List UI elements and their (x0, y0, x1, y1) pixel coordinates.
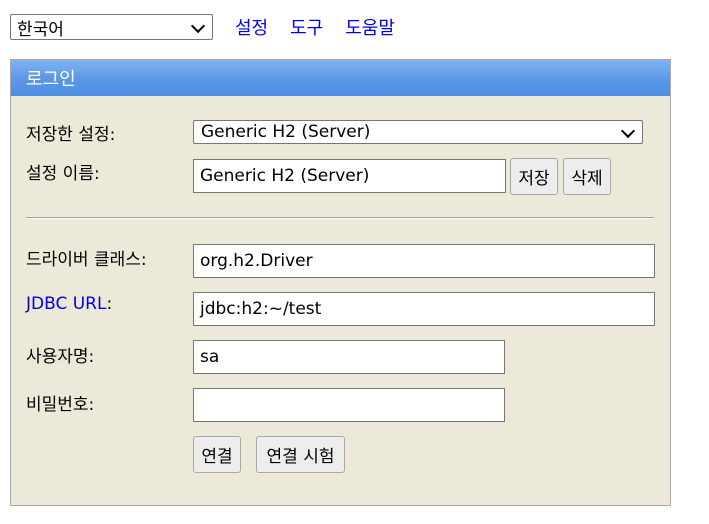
divider (26, 217, 654, 219)
connect-button[interactable]: 연결 (193, 436, 241, 473)
password-label: 비밀번호: (26, 395, 95, 415)
top-links: 설정 도구 도움말 (235, 14, 395, 40)
driver-class-input[interactable]: org.h2.Driver (193, 244, 655, 278)
saved-settings-value: Generic H2 (Server) (201, 122, 371, 142)
jdbc-url-value: jdbc:h2:~/test (200, 299, 322, 319)
jdbc-url-label: JDBC URL: (26, 294, 112, 314)
help-link[interactable]: 도움말 (345, 14, 395, 40)
login-title: 로그인 (26, 69, 76, 90)
username-value: sa (200, 347, 220, 367)
login-panel: 로그인 저장한 설정: Generic H2 (Server) 설정 이름: G… (10, 59, 671, 506)
jdbc-url-input[interactable]: jdbc:h2:~/test (193, 292, 655, 326)
password-input[interactable] (193, 388, 505, 422)
delete-button[interactable]: 삭제 (563, 158, 611, 195)
setting-name-label: 설정 이름: (26, 164, 100, 184)
test-connection-button[interactable]: 연결 시험 (256, 436, 345, 473)
driver-class-value: org.h2.Driver (200, 251, 313, 271)
top-bar: 한국어 설정 도구 도움말 (10, 14, 395, 40)
tools-link[interactable]: 도구 (290, 14, 323, 40)
chevron-down-icon (190, 18, 206, 34)
setting-name-input[interactable]: Generic H2 (Server) (193, 159, 506, 193)
language-select-value: 한국어 (17, 19, 64, 40)
setting-name-value: Generic H2 (Server) (200, 166, 370, 186)
username-label: 사용자명: (26, 347, 95, 367)
saved-settings-label: 저장한 설정: (26, 125, 116, 145)
username-input[interactable]: sa (193, 340, 505, 374)
jdbc-url-colon: : (106, 294, 113, 314)
save-button[interactable]: 저장 (510, 158, 558, 195)
settings-link[interactable]: 설정 (235, 14, 268, 40)
jdbc-url-link[interactable]: JDBC URL (26, 294, 106, 314)
driver-class-label: 드라이버 클래스: (26, 250, 147, 270)
language-select[interactable]: 한국어 (10, 14, 213, 40)
login-panel-header: 로그인 (11, 60, 670, 96)
saved-settings-select[interactable]: Generic H2 (Server) (193, 120, 643, 144)
chevron-down-icon (620, 123, 636, 139)
